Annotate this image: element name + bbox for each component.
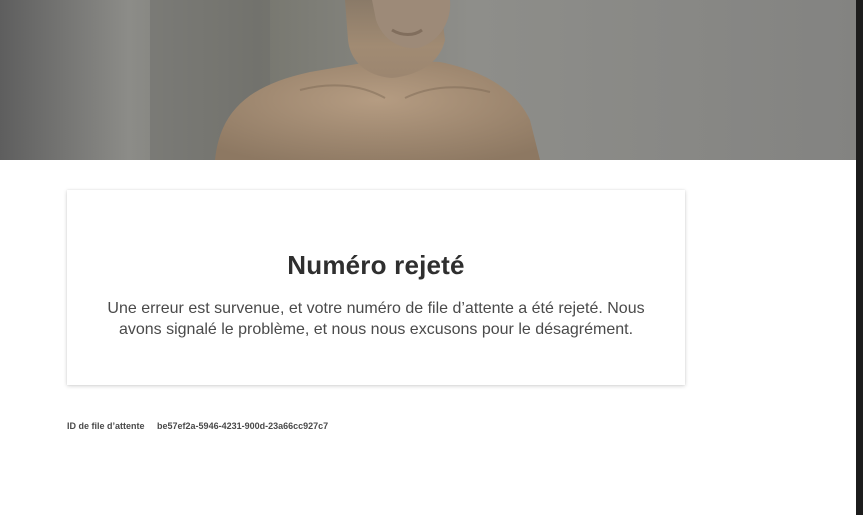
queue-id-value: be57ef2a-5946-4231-900d-23a66cc927c7 [157,421,329,431]
page-title: Numéro rejeté [287,250,465,280]
queue-id-row: ID de file d’attente be57ef2a-5946-4231-… [67,421,328,431]
queue-id-label: ID de file d’attente [67,421,145,431]
queue-rejected-page: Numéro rejeté Une erreur est survenue, e… [0,0,863,515]
rejection-card: Numéro rejeté Une erreur est survenue, e… [67,190,685,385]
window-edge [856,0,863,515]
hero-banner [0,0,856,160]
error-message: Une erreur est survenue, et votre numéro… [107,300,645,338]
portrait-photo [0,0,856,160]
